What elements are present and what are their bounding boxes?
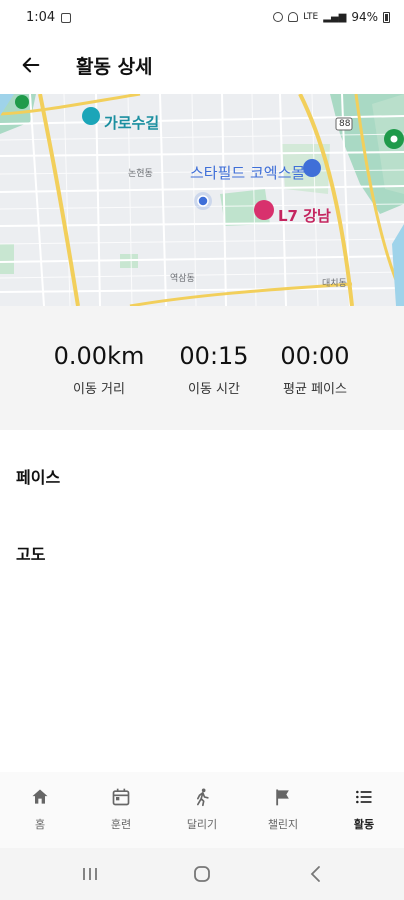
- home-icon: [32, 789, 48, 804]
- nav-label-activity: 활동: [353, 818, 375, 831]
- map-label-starfield: 스타필드 코엑스몰: [190, 164, 306, 182]
- app-bar: 활동 상세: [0, 36, 404, 94]
- list-icon: [356, 790, 372, 804]
- activity-map[interactable]: 가로수길 스타필드 코엑스몰 L7 강남 논현동 역삼동 대치동 88: [0, 94, 404, 306]
- status-left: 1:04: [26, 10, 72, 25]
- system-navigation-bar: [0, 848, 404, 900]
- network-type: LTE: [303, 12, 319, 22]
- distance-label: 이동 거리: [73, 382, 125, 397]
- nav-item-running[interactable]: 달리기: [162, 784, 242, 832]
- gallery-notification-icon: [61, 12, 72, 23]
- pace-section-title: 페이스: [16, 468, 61, 487]
- stat-distance: 0.00km 이동 거리: [32, 342, 166, 397]
- stat-pace: 00:00 평균 페이스: [248, 342, 382, 397]
- map-label-garosugil: 가로수길: [104, 114, 160, 132]
- nav-item-training[interactable]: 훈련: [81, 784, 161, 832]
- map-label-yeoksam: 역삼동: [170, 274, 195, 284]
- map-label-nonhyeon: 논현동: [128, 169, 153, 179]
- calendar-icon: [112, 788, 130, 806]
- status-time: 1:04: [26, 10, 56, 25]
- bottom-navigation: 홈 훈련 달리기 챌린지 활동: [0, 772, 404, 848]
- nav-label-training: 훈련: [110, 818, 132, 831]
- home-circle-icon: [194, 866, 210, 882]
- nav-label-home: 홈: [34, 818, 46, 831]
- pace-label: 평균 페이스: [283, 382, 347, 397]
- flag-icon: [276, 789, 289, 806]
- chevron-left-icon: [310, 866, 320, 882]
- alarm-icon: [273, 12, 284, 22]
- recent-apps-icon: [83, 868, 97, 880]
- road-number-88: 88: [339, 119, 351, 129]
- arrow-left-icon: [22, 57, 40, 73]
- map-label-daechi: 대치동: [322, 279, 347, 289]
- wifi-icon: [288, 12, 299, 22]
- map-label-l7: L7 강남: [278, 207, 331, 225]
- status-bar: 1:04 LTE ▂▄▆ 94%: [0, 0, 404, 36]
- battery-percent: 94%: [351, 10, 378, 24]
- nav-item-home[interactable]: 홈: [0, 784, 80, 832]
- home-button[interactable]: [184, 862, 220, 886]
- distance-value: 0.00km: [53, 342, 145, 370]
- activity-stats: 0.00km 이동 거리 00:15 이동 시간 00:00 평균 페이스: [0, 306, 404, 430]
- nav-label-running: 달리기: [186, 818, 218, 831]
- runner-icon: [197, 788, 209, 807]
- page-title: 활동 상세: [76, 56, 153, 78]
- back-button[interactable]: [14, 48, 48, 82]
- status-right: LTE ▂▄▆ 94%: [273, 10, 390, 24]
- nav-label-challenge: 챌린지: [267, 818, 299, 831]
- nav-item-activity[interactable]: 활동: [324, 784, 404, 832]
- battery-icon: [383, 11, 390, 23]
- signal-icon: ▂▄▆: [323, 11, 347, 23]
- altitude-section-title: 고도: [16, 545, 46, 564]
- recent-apps-button[interactable]: [72, 862, 108, 886]
- nav-item-challenge[interactable]: 챌린지: [243, 784, 323, 832]
- system-back-button[interactable]: [298, 862, 334, 886]
- pace-value: 00:00: [280, 342, 350, 370]
